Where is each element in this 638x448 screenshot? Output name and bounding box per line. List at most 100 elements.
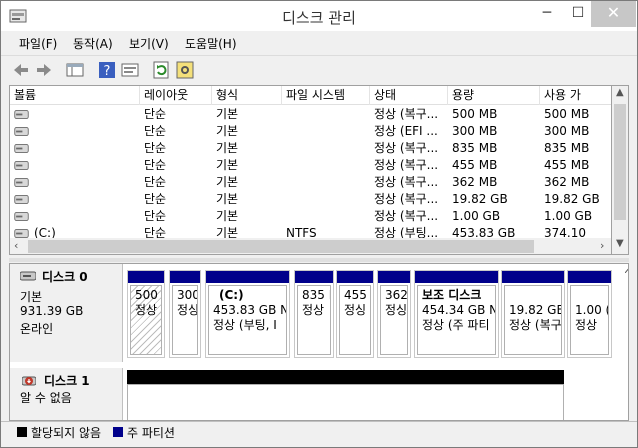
volume-cell-free: 1.00 GB: [544, 209, 593, 223]
volume-icon: [14, 195, 29, 204]
volume-cell-fs: [282, 174, 370, 191]
volume-cell-type: 기본: [216, 192, 239, 206]
volume-row[interactable]: 단순 기본 정상 (복구... 835 MB 835 MB: [10, 140, 611, 157]
legend: 할당되지 않음 주 파티션: [1, 421, 637, 447]
column-status[interactable]: 상태: [370, 86, 448, 105]
volume-cell-name: [30, 123, 140, 140]
volume-cell-capacity: 19.82 GB: [452, 192, 508, 206]
partition-362mb[interactable]: 362 정싱: [377, 270, 411, 358]
volume-cell-name: [30, 191, 140, 208]
help-icon[interactable]: ?: [97, 60, 117, 80]
volume-cell-name: [30, 157, 140, 174]
partition-835mb[interactable]: 835 I 정상: [294, 270, 334, 358]
volume-icon: [14, 110, 29, 119]
vertical-scrollbar[interactable]: ▲ ▼: [612, 85, 629, 255]
title-bar[interactable]: 디스크 관리 ─ ☐ ✕: [1, 1, 637, 31]
column-filesystem[interactable]: 파일 시스템: [282, 86, 370, 105]
column-layout[interactable]: 레이아웃: [140, 86, 212, 105]
disk-management-window: 디스크 관리 ─ ☐ ✕ 파일(F) 동작(A) 보기(V) 도움말(H) ?: [0, 0, 638, 448]
volume-icon: [14, 178, 29, 187]
back-arrow-icon[interactable]: [11, 60, 31, 80]
volume-cell-name: [30, 140, 140, 157]
volume-cell-capacity: 362 MB: [452, 175, 498, 189]
volume-row[interactable]: 단순 기본 정상 (복구... 19.82 GB 19.82 GB: [10, 191, 611, 208]
disk1-unallocated-bar[interactable]: [127, 370, 564, 384]
partition-300mb[interactable]: 300 정싱: [169, 270, 201, 358]
partition-19gb[interactable]: 19.82 GB 정상 (복구: [501, 270, 565, 358]
disk-pane-scrollbar[interactable]: [622, 264, 629, 420]
refresh-icon[interactable]: [151, 60, 171, 80]
volume-cell-status: 정상 (복구...: [374, 209, 439, 223]
volume-cell-status: 정상 (복구...: [374, 158, 439, 172]
menu-help[interactable]: 도움말(H): [185, 35, 237, 52]
partition-1gb[interactable]: 1.00 (정상: [567, 270, 612, 358]
disk1-state: 알 수 없음: [20, 391, 72, 405]
forward-arrow-icon[interactable]: [34, 60, 54, 80]
volume-list[interactable]: 볼륨 레이아웃 형식 파일 시스템 상태 용량 사용 가 단순 기본 정상 (복구.…: [9, 85, 612, 255]
disk0-state: 온라인: [20, 322, 54, 336]
volume-cell-free: 362 MB: [544, 175, 590, 189]
volume-cell-type: 기본: [216, 141, 239, 155]
settings-icon[interactable]: [175, 60, 195, 80]
console-tree-icon[interactable]: [65, 60, 85, 80]
column-type[interactable]: 형식: [212, 86, 282, 105]
volume-icon: [14, 212, 29, 221]
column-free-space[interactable]: 사용 가: [540, 86, 611, 105]
scroll-up-icon[interactable]: ▲: [616, 87, 624, 98]
volume-cell-fs: [282, 208, 370, 225]
menu-action[interactable]: 동작(A): [73, 35, 113, 52]
volume-icon: [14, 127, 29, 136]
scroll-left-icon[interactable]: ‹: [14, 239, 18, 252]
volume-cell-status: 정상 (복구...: [374, 107, 439, 121]
volume-icon: [14, 229, 29, 238]
volume-cell-free: 500 MB: [544, 107, 590, 121]
menu-file[interactable]: 파일(F): [19, 35, 57, 52]
disk0-title: 디스크 0: [42, 270, 88, 284]
maximize-button[interactable]: ☐: [565, 1, 591, 27]
disk0-label[interactable]: 디스크 0 기본 931.39 GB 온라인: [10, 264, 123, 362]
volume-cell-fs: [282, 191, 370, 208]
properties-icon[interactable]: [120, 60, 140, 80]
legend-unallocated-swatch: [17, 427, 27, 437]
partition-455mb[interactable]: 455 정싱: [336, 270, 374, 358]
volume-row[interactable]: 단순 기본 정상 (EFI ... 300 MB 300 MB: [10, 123, 611, 140]
volume-cell-status: 정상 (복구...: [374, 141, 439, 155]
disk1-region[interactable]: [127, 384, 564, 420]
partition-c-drive[interactable]: (C:) 453.83 GB N 정상 (부팅, I: [205, 270, 290, 358]
scroll-up-icon[interactable]: [625, 267, 629, 273]
volume-row[interactable]: 단순 기본 정상 (복구... 1.00 GB 1.00 GB: [10, 208, 611, 225]
partition-500mb[interactable]: 500 정상: [127, 270, 165, 358]
close-button[interactable]: ✕: [591, 1, 636, 27]
volume-cell-capacity: 835 MB: [452, 141, 498, 155]
column-capacity[interactable]: 용량: [448, 86, 540, 105]
volume-row[interactable]: 단순 기본 정상 (복구... 500 MB 500 MB: [10, 106, 611, 123]
volume-row[interactable]: 단순 기본 정상 (복구... 455 MB 455 MB: [10, 157, 611, 174]
menu-view[interactable]: 보기(V): [129, 35, 169, 52]
volume-cell-free: 455 MB: [544, 158, 590, 172]
volume-cell-layout: 단순: [144, 107, 167, 121]
volume-icon: [14, 144, 29, 153]
disk1-label[interactable]: 디스크 1 알 수 없음: [10, 368, 123, 420]
horizontal-scroll-thumb[interactable]: [28, 240, 534, 253]
volume-cell-layout: 단순: [144, 158, 167, 172]
disk-unknown-icon: [22, 376, 36, 386]
horizontal-scrollbar[interactable]: ‹ ›: [10, 238, 611, 254]
disk-icon: [20, 271, 36, 281]
volume-cell-status: 정상 (EFI ...: [374, 124, 438, 138]
legend-unallocated-label: 할당되지 않음: [31, 426, 102, 440]
volume-row[interactable]: 단순 기본 정상 (복구... 362 MB 362 MB: [10, 174, 611, 191]
volume-cell-free: 835 MB: [544, 141, 590, 155]
volume-cell-name: [30, 106, 140, 123]
legend-primary-swatch: [113, 427, 123, 437]
pane-splitter[interactable]: [9, 258, 629, 262]
vertical-scroll-thumb[interactable]: [614, 104, 626, 220]
scroll-right-icon[interactable]: ›: [600, 239, 604, 252]
minimize-button[interactable]: ─: [529, 1, 565, 27]
column-volume[interactable]: 볼륨: [10, 86, 140, 105]
partition-secondary-disk[interactable]: 보조 디스크 454.34 GB N 정상 (주 파티: [414, 270, 499, 358]
volume-cell-layout: 단순: [144, 175, 167, 189]
volume-cell-fs: [282, 140, 370, 157]
scroll-down-icon[interactable]: ▼: [616, 238, 624, 249]
volume-cell-status: 정상 (복구...: [374, 175, 439, 189]
disk-graphic-pane[interactable]: 디스크 0 기본 931.39 GB 온라인 500 정상 300 정싱 (C:) 4…: [9, 263, 629, 421]
